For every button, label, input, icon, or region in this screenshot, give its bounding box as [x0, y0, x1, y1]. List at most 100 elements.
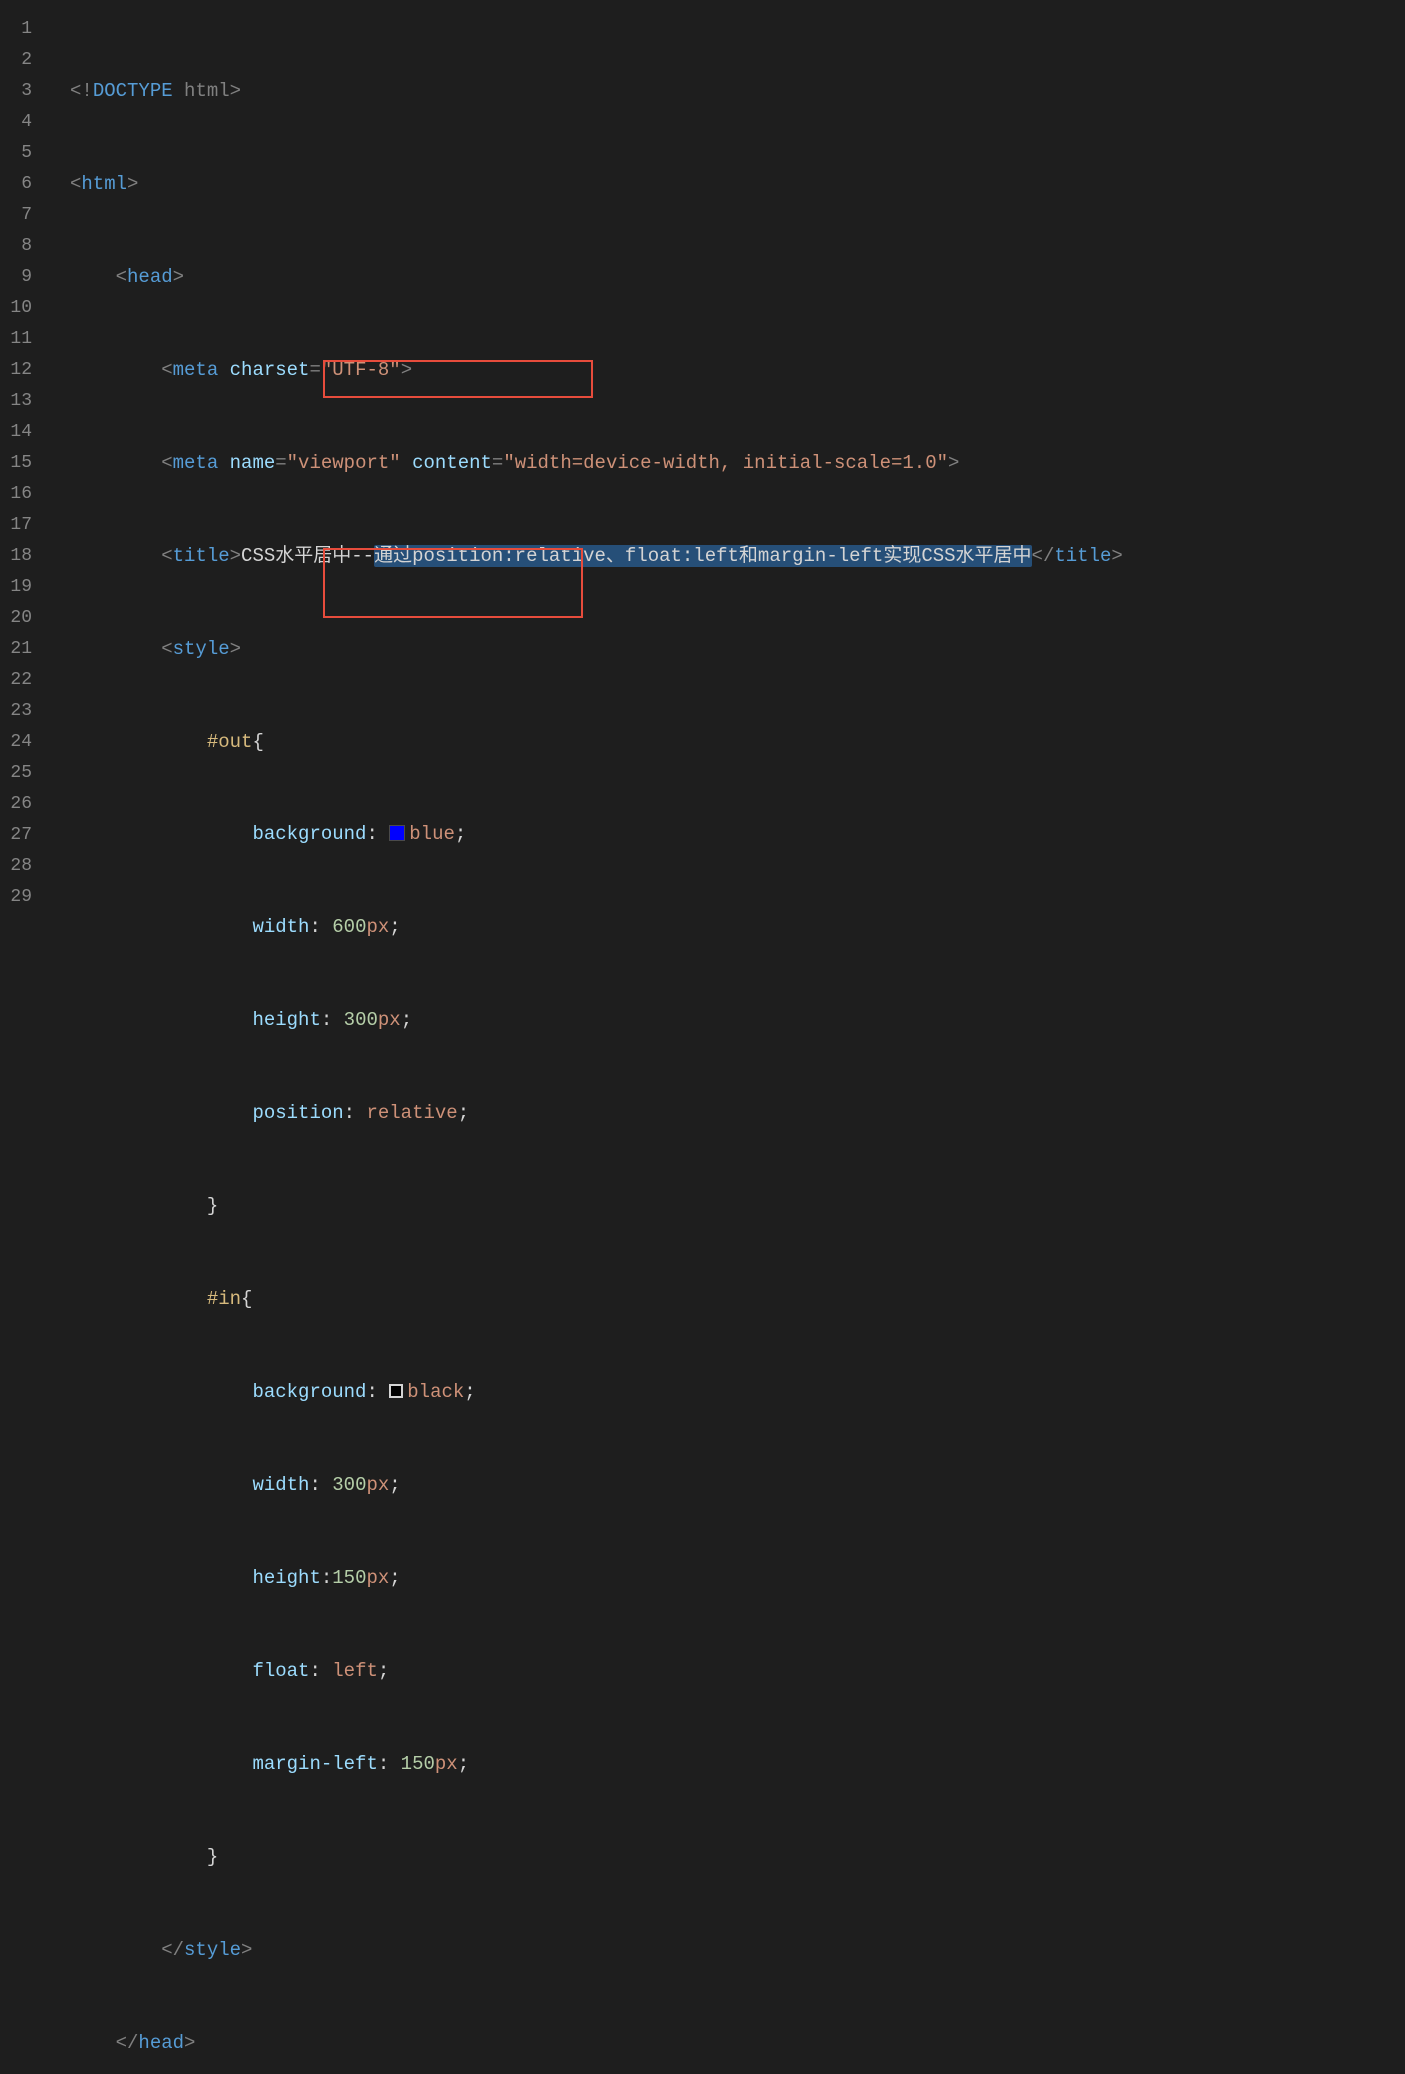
code-line[interactable]: <meta charset="UTF-8">: [70, 355, 1405, 386]
css-number: 150: [401, 1753, 435, 1775]
tag-open: <: [161, 638, 172, 660]
attr-name: name: [230, 452, 276, 474]
line-number: 20: [0, 603, 32, 634]
tag-close: >: [230, 545, 241, 567]
tag-close: >: [1111, 545, 1122, 567]
code-line[interactable]: width: 300px;: [70, 1470, 1405, 1501]
code-line[interactable]: }: [70, 1842, 1405, 1873]
css-property: height: [252, 1009, 320, 1031]
doctype-keyword: DOCTYPE: [93, 80, 173, 102]
code-line[interactable]: float: left;: [70, 1656, 1405, 1687]
code-line[interactable]: #out{: [70, 727, 1405, 758]
css-brace: }: [207, 1846, 218, 1868]
code-line[interactable]: margin-left: 150px;: [70, 1749, 1405, 1780]
line-number: 6: [0, 169, 32, 200]
css-unit: px: [366, 1474, 389, 1496]
css-number: 600: [332, 916, 366, 938]
tag-name: html: [81, 173, 127, 195]
tag-close: >: [127, 173, 138, 195]
tag-open: <: [161, 452, 172, 474]
css-unit: px: [378, 1009, 401, 1031]
line-number: 3: [0, 76, 32, 107]
doctype-open: <!: [70, 80, 93, 102]
line-number: 22: [0, 665, 32, 696]
tag-name: head: [127, 266, 173, 288]
line-number: 1: [0, 14, 32, 45]
line-number: 21: [0, 634, 32, 665]
title-text: CSS水平居中--: [241, 545, 374, 567]
css-selector: #in: [207, 1288, 241, 1310]
code-line[interactable]: <head>: [70, 262, 1405, 293]
css-number: 300: [344, 1009, 378, 1031]
tag-close: >: [173, 266, 184, 288]
code-line[interactable]: height:150px;: [70, 1563, 1405, 1594]
css-unit: px: [366, 916, 389, 938]
css-property: position: [252, 1102, 343, 1124]
line-number: 11: [0, 324, 32, 355]
code-line[interactable]: width: 600px;: [70, 912, 1405, 943]
doctype-name: html: [173, 80, 230, 102]
line-number: 23: [0, 696, 32, 727]
line-number: 9: [0, 262, 32, 293]
line-number: 24: [0, 727, 32, 758]
line-number: 4: [0, 107, 32, 138]
css-property: width: [252, 916, 309, 938]
css-property: float: [252, 1660, 309, 1682]
css-property: height: [252, 1567, 320, 1589]
css-property: background: [252, 823, 366, 845]
css-unit: px: [366, 1567, 389, 1589]
line-number: 29: [0, 882, 32, 913]
line-number: 19: [0, 572, 32, 603]
code-line[interactable]: <title>CSS水平居中--通过position:relative、floa…: [70, 541, 1405, 572]
line-number: 5: [0, 138, 32, 169]
css-value: black: [407, 1381, 464, 1403]
line-number: 10: [0, 293, 32, 324]
code-line[interactable]: <meta name="viewport" content="width=dev…: [70, 448, 1405, 479]
code-line[interactable]: #in{: [70, 1284, 1405, 1315]
code-line[interactable]: position: relative;: [70, 1098, 1405, 1129]
attr-value: "viewport": [287, 452, 401, 474]
line-number: 12: [0, 355, 32, 386]
code-editor[interactable]: <!DOCTYPE html> <html> <head> <meta char…: [50, 0, 1405, 2074]
css-unit: px: [435, 1753, 458, 1775]
code-line[interactable]: <!DOCTYPE html>: [70, 76, 1405, 107]
selected-text: 通过position:relative、float:left和margin-le…: [374, 545, 1031, 567]
code-line[interactable]: <html>: [70, 169, 1405, 200]
tag-name: meta: [173, 452, 219, 474]
line-number: 18: [0, 541, 32, 572]
code-line[interactable]: </style>: [70, 1935, 1405, 1966]
line-number: 25: [0, 758, 32, 789]
code-line[interactable]: background: blue;: [70, 819, 1405, 850]
css-property: margin-left: [252, 1753, 377, 1775]
tag-open: </: [116, 2032, 139, 2054]
color-swatch-icon[interactable]: [389, 1384, 403, 1398]
tag-name: title: [173, 545, 230, 567]
line-number: 2: [0, 45, 32, 76]
tag-name: style: [184, 1939, 241, 1961]
line-number: 26: [0, 789, 32, 820]
code-line[interactable]: background: black;: [70, 1377, 1405, 1408]
color-swatch-icon[interactable]: [389, 825, 405, 841]
tag-open: </: [1032, 545, 1055, 567]
tag-close: >: [401, 359, 412, 381]
tag-name: meta: [173, 359, 219, 381]
css-property: background: [252, 1381, 366, 1403]
attr-value: "UTF-8": [321, 359, 401, 381]
line-number: 7: [0, 200, 32, 231]
line-number: 17: [0, 510, 32, 541]
css-number: 300: [332, 1474, 366, 1496]
tag-open: <: [161, 359, 172, 381]
code-line[interactable]: </head>: [70, 2028, 1405, 2059]
tag-name: head: [138, 2032, 184, 2054]
css-value: left: [332, 1660, 378, 1682]
doctype-close: >: [230, 80, 241, 102]
code-line[interactable]: <style>: [70, 634, 1405, 665]
line-number: 8: [0, 231, 32, 262]
attr-name: content: [412, 452, 492, 474]
code-line[interactable]: height: 300px;: [70, 1005, 1405, 1036]
tag-open: <: [161, 545, 172, 567]
line-number: 14: [0, 417, 32, 448]
code-line[interactable]: }: [70, 1191, 1405, 1222]
css-selector: #out: [207, 731, 253, 753]
tag-close: >: [241, 1939, 252, 1961]
